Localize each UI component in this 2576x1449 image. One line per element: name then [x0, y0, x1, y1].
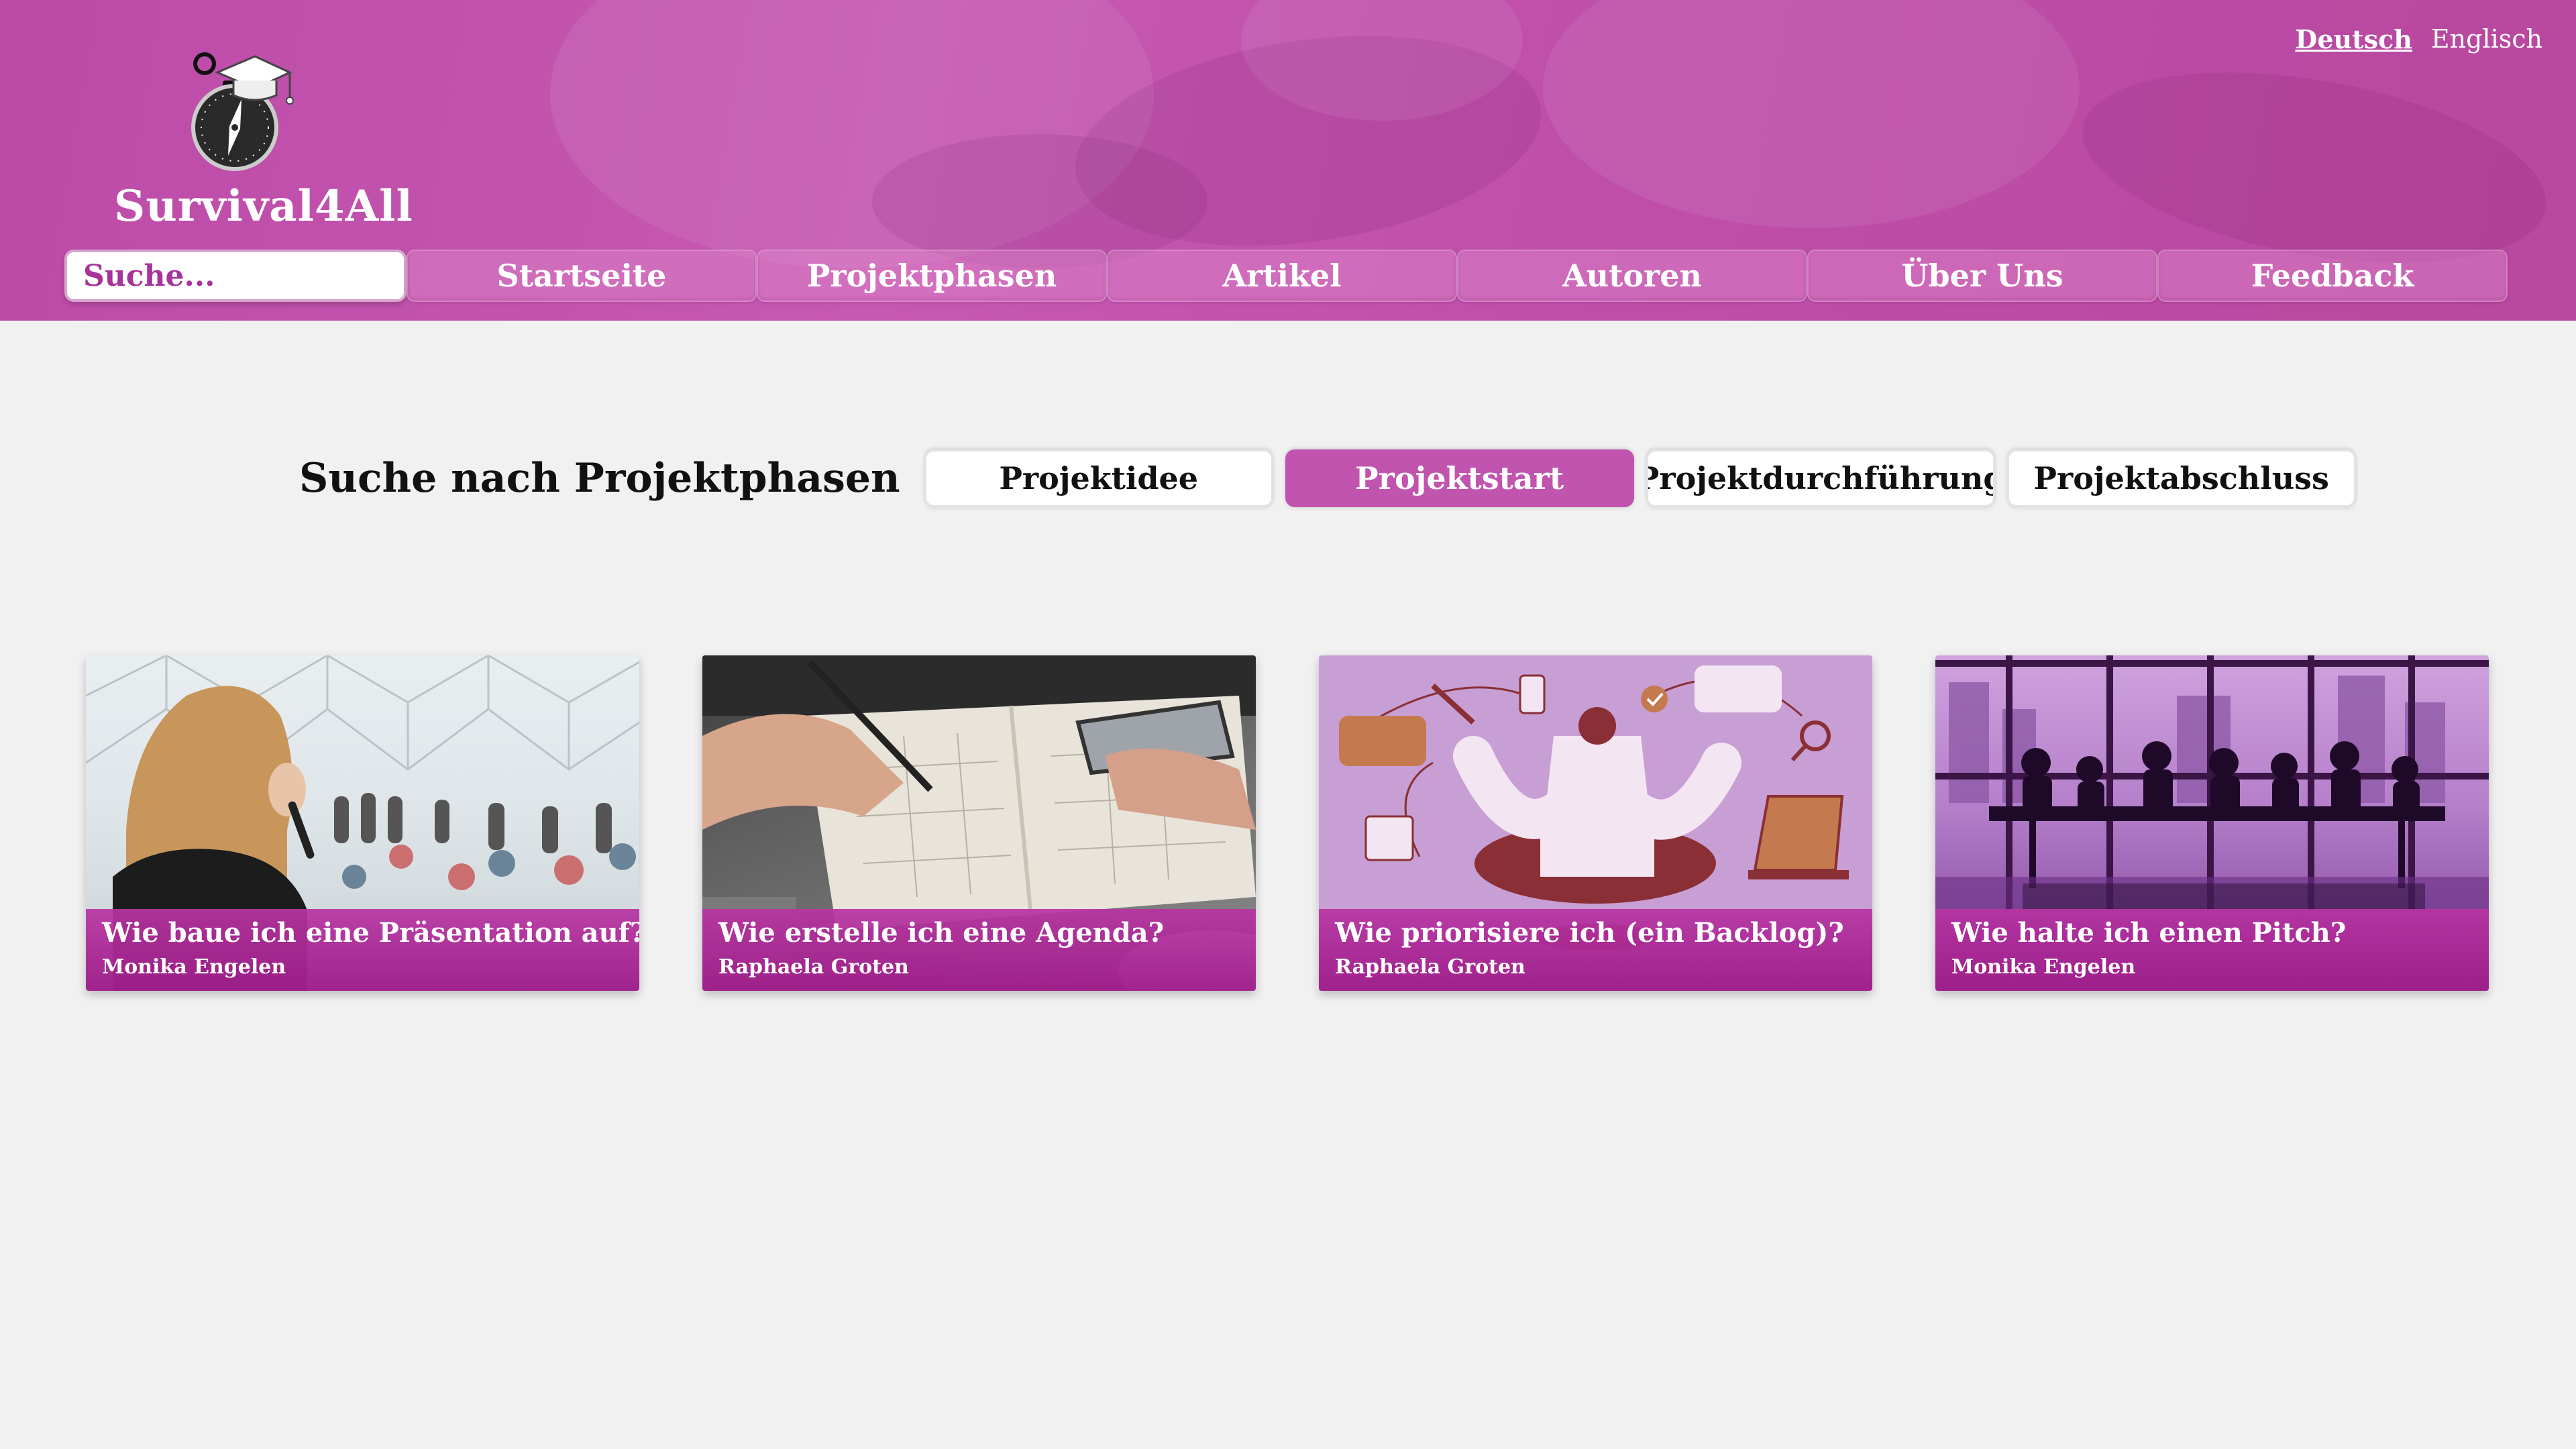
logo-stopwatch-icon[interactable]: [188, 47, 302, 174]
phase-button-projektdurchfuehrung[interactable]: Projektdurchführung: [1646, 449, 1995, 507]
article-card[interactable]: Wie baue ich eine Präsentation auf? Moni…: [86, 655, 639, 991]
main-navigation: Startseite Projektphasen Artikel Autoren…: [64, 250, 2508, 302]
article-card-author: Raphaela Groten: [1335, 955, 1525, 979]
brand-name[interactable]: Survival4All: [114, 181, 413, 231]
nav-projektphasen[interactable]: Projektphasen: [757, 250, 1107, 302]
site-header: Deutsch Englisch Survival4All Startseite…: [0, 0, 2576, 321]
nav-autoren[interactable]: Autoren: [1457, 250, 1807, 302]
language-switcher: Deutsch Englisch: [2295, 24, 2542, 54]
language-german-link[interactable]: Deutsch: [2295, 24, 2412, 54]
article-card-caption: Wie baue ich eine Präsentation auf? Moni…: [86, 909, 639, 991]
nav-startseite[interactable]: Startseite: [407, 250, 757, 302]
article-card[interactable]: Wie erstelle ich eine Agenda? Raphaela G…: [702, 655, 1256, 991]
article-card-title[interactable]: Wie baue ich eine Präsentation auf?: [102, 917, 639, 949]
search-box: [64, 250, 481, 302]
phase-filter: Suche nach Projektphasen Projektidee Pro…: [299, 449, 2368, 507]
article-card-title[interactable]: Wie priorisiere ich (ein Backlog)?: [1335, 917, 1856, 949]
nav-feedback[interactable]: Feedback: [2157, 250, 2508, 302]
article-card-author: Raphaela Groten: [718, 955, 909, 979]
article-card[interactable]: Wie halte ich einen Pitch? Monika Engele…: [1935, 655, 2489, 991]
phase-button-projektidee[interactable]: Projektidee: [924, 449, 1273, 507]
article-card-caption: Wie halte ich einen Pitch? Monika Engele…: [1935, 909, 2489, 991]
article-card-author: Monika Engelen: [1951, 955, 2136, 979]
nav-artikel[interactable]: Artikel: [1107, 250, 1457, 302]
language-english-link[interactable]: Englisch: [2431, 24, 2542, 54]
article-card-author: Monika Engelen: [102, 955, 286, 979]
article-card[interactable]: Wie priorisiere ich (ein Backlog)? Rapha…: [1319, 655, 1872, 991]
nav-ueber-uns[interactable]: Über Uns: [1807, 250, 2157, 302]
article-card-caption: Wie erstelle ich eine Agenda? Raphaela G…: [702, 909, 1256, 991]
phase-filter-title: Suche nach Projektphasen: [299, 455, 900, 502]
header-photo-shape: [1543, 0, 2080, 228]
article-card-title[interactable]: Wie halte ich einen Pitch?: [1951, 917, 2473, 949]
phase-button-projektstart[interactable]: Projektstart: [1285, 449, 1634, 507]
article-card-title[interactable]: Wie erstelle ich eine Agenda?: [718, 917, 1240, 949]
article-card-list: Wie baue ich eine Präsentation auf? Moni…: [86, 655, 2489, 991]
phase-button-projektabschluss[interactable]: Projektabschluss: [2006, 449, 2356, 507]
article-card-caption: Wie priorisiere ich (ein Backlog)? Rapha…: [1319, 909, 1872, 991]
header-photo-shape: [872, 134, 1208, 268]
